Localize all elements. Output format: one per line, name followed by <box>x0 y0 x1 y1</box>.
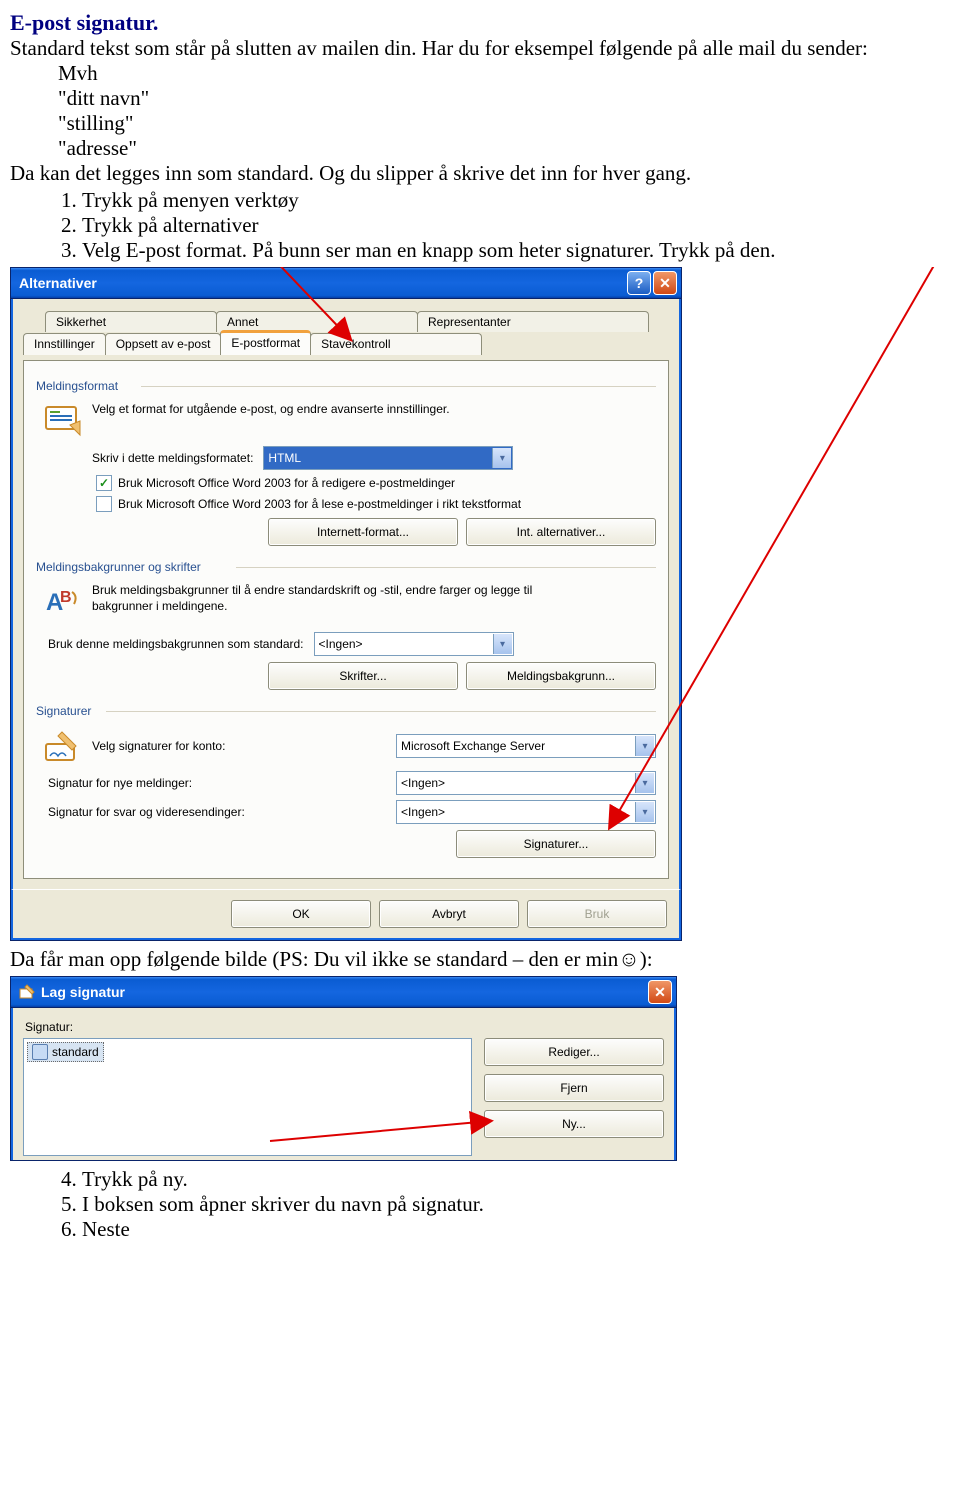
bg-label: Bruk denne meldingsbakgrunnen som standa… <box>48 637 304 651</box>
group-meldingsformat: Meldingsformat <box>36 379 656 393</box>
group-bakgrunner: Meldingsbakgrunner og skrifter <box>36 560 656 574</box>
tabstrip: Sikkerhet Annet Representanter Innstilli… <box>23 311 669 361</box>
create-signature-dialog: Lag signatur ✕ Signatur: standard Redige… <box>10 976 677 1161</box>
signature-item-icon <box>32 1044 48 1060</box>
intro-paragraph-2: Da kan det legges inn som standard. Og d… <box>10 161 950 186</box>
stationery-button[interactable]: Meldingsbakgrunn... <box>466 662 656 690</box>
chevron-down-icon: ▾ <box>635 736 654 756</box>
bg-select[interactable]: <Ingen> ▾ <box>314 632 514 656</box>
apply-button[interactable]: Bruk <box>527 900 667 928</box>
internet-format-button[interactable]: Internett-format... <box>268 518 458 546</box>
bakgrunner-desc: Bruk meldingsbakgrunner til å endre stan… <box>92 582 572 614</box>
intro-paragraph: Standard tekst som står på slutten av ma… <box>10 36 950 61</box>
tabpanel-epostformat: Meldingsformat Velg et format for utgåen… <box>23 360 669 879</box>
between-text: Da får man opp følgende bilde (PS: Du vi… <box>10 947 950 972</box>
step-5: I boksen som åpner skriver du navn på si… <box>82 1192 950 1217</box>
format-select[interactable]: HTML ▾ <box>263 446 513 470</box>
signature-dialog-icon <box>19 984 35 1000</box>
checkbox-word-edit[interactable]: ✓ <box>96 475 112 491</box>
sig-fwd-select[interactable]: <Ingen> ▾ <box>396 800 656 824</box>
checkbox-word-read[interactable] <box>96 496 112 512</box>
steps-list-1: Trykk på menyen verktøy Trykk på alterna… <box>10 188 950 263</box>
signature-list-label: Signatur: <box>25 1020 664 1034</box>
step-3: Velg E-post format. På bunn ser man en k… <box>82 238 950 263</box>
close-button[interactable]: ✕ <box>648 980 672 1004</box>
tab-sikkerhet[interactable]: Sikkerhet <box>45 311 217 332</box>
help-button[interactable]: ? <box>627 271 651 295</box>
int-options-button[interactable]: Int. alternativer... <box>466 518 656 546</box>
page-heading: E-post signatur. <box>10 10 950 36</box>
mail-format-icon <box>42 401 82 441</box>
options-footer: OK Avbryt Bruk <box>11 889 681 940</box>
chevron-down-icon: ▾ <box>493 634 512 654</box>
chevron-down-icon: ▾ <box>635 802 654 822</box>
cancel-button[interactable]: Avbryt <box>379 900 519 928</box>
fonts-icon: AB <box>42 582 82 622</box>
step-1: Trykk på menyen verktøy <box>82 188 950 213</box>
tab-stavekontroll[interactable]: Stavekontroll <box>310 333 482 355</box>
sig-account-select[interactable]: Microsoft Exchange Server ▾ <box>396 734 656 758</box>
tab-annet[interactable]: Annet <box>216 311 418 332</box>
sig-fwd-label: Signatur for svar og videresendinger: <box>48 805 348 819</box>
tab-representanter[interactable]: Representanter <box>417 311 649 332</box>
fonts-button[interactable]: Skrifter... <box>268 662 458 690</box>
chevron-down-icon: ▾ <box>635 773 654 793</box>
signature-listbox[interactable]: standard <box>23 1038 472 1156</box>
tab-oppsett-epost[interactable]: Oppsett av e-post <box>105 333 222 355</box>
signature-example: Mvh "ditt navn" "stilling" "adresse" <box>58 61 950 161</box>
sig-new-label: Signatur for nye meldinger: <box>48 776 348 790</box>
sig-account-label: Velg signaturer for konto: <box>92 738 225 754</box>
tab-innstillinger[interactable]: Innstillinger <box>23 333 106 355</box>
step-4: Trykk på ny. <box>82 1167 950 1192</box>
list-item[interactable]: standard <box>27 1042 104 1062</box>
close-button[interactable]: ✕ <box>653 271 677 295</box>
create-signature-titlebar[interactable]: Lag signatur ✕ <box>11 977 676 1008</box>
step-6: Neste <box>82 1217 950 1242</box>
chevron-down-icon: ▾ <box>492 448 511 468</box>
meldingsformat-desc: Velg et format for utgående e-post, og e… <box>92 401 450 417</box>
tab-epostformat[interactable]: E-postformat <box>220 330 311 355</box>
options-dialog: Alternativer ? ✕ Sikkerhet Annet Represe… <box>10 267 682 941</box>
format-label: Skriv i dette meldingsformatet: <box>92 451 253 465</box>
create-signature-title: Lag signatur <box>41 984 646 1000</box>
step-2: Trykk på alternativer <box>82 213 950 238</box>
signatures-button[interactable]: Signaturer... <box>456 830 656 858</box>
options-titlebar[interactable]: Alternativer ? ✕ <box>11 268 681 299</box>
options-title: Alternativer <box>19 275 625 291</box>
checkbox-word-edit-label: Bruk Microsoft Office Word 2003 for å re… <box>118 476 455 490</box>
edit-button[interactable]: Rediger... <box>484 1038 664 1066</box>
group-signaturer: Signaturer <box>36 704 656 718</box>
ok-button[interactable]: OK <box>231 900 371 928</box>
signature-icon <box>42 726 82 766</box>
checkbox-word-read-label: Bruk Microsoft Office Word 2003 for å le… <box>118 497 521 511</box>
sig-new-select[interactable]: <Ingen> ▾ <box>396 771 656 795</box>
remove-button[interactable]: Fjern <box>484 1074 664 1102</box>
new-button[interactable]: Ny... <box>484 1110 664 1138</box>
steps-list-2: Trykk på ny. I boksen som åpner skriver … <box>10 1167 950 1242</box>
svg-text:B: B <box>60 589 72 606</box>
